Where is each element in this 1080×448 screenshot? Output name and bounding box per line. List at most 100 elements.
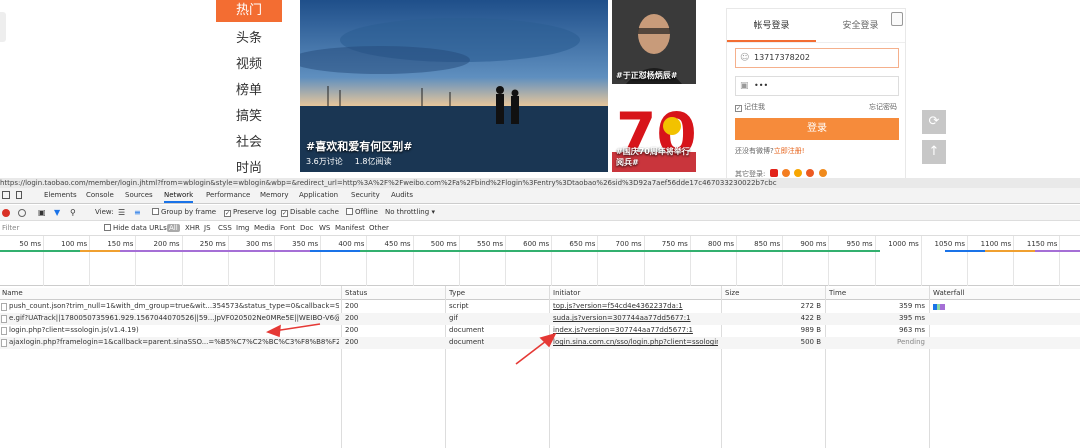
request-name[interactable]: e.gif?UATrack||1780050735961.929.1567044… (9, 314, 339, 322)
group-by-frame-toggle[interactable]: Group by frame (152, 208, 216, 216)
nav-item-hot[interactable]: 热门 (216, 0, 282, 22)
inspect-icon[interactable] (2, 191, 10, 199)
filter-type-css[interactable]: CSS (218, 224, 232, 232)
request-name[interactable]: push_count.json?trim_null=1&with_dm_grou… (9, 302, 339, 310)
filter-type-doc[interactable]: Doc (300, 224, 314, 232)
column-initiator[interactable]: Initiator (553, 289, 580, 297)
forgot-password-link[interactable]: 忘记密码 (869, 102, 897, 112)
filter-type-all[interactable]: All (167, 224, 180, 232)
filter-type-media[interactable]: Media (254, 224, 275, 232)
filter-type-other[interactable]: Other (369, 224, 389, 232)
waterfall-bar (940, 304, 945, 310)
thumb-card-1[interactable]: #于正怼杨炳辰# (612, 0, 696, 84)
remember-me[interactable]: ✓ 记住我 (735, 102, 765, 112)
tab-audits[interactable]: Audits (391, 188, 413, 203)
filter-type-ws[interactable]: WS (319, 224, 330, 232)
request-initiator[interactable]: login.sina.com.cn/sso/login.php?client=s… (553, 338, 718, 346)
table-row[interactable]: ajaxlogin.php?framelogin=1&callback=pare… (0, 337, 1080, 349)
social-login-icon-5[interactable] (818, 169, 827, 177)
thumb-card-2[interactable]: 70 #国庆70周年将举行阅兵# (612, 96, 696, 172)
nav-item-funny[interactable]: 搞笑 (216, 104, 282, 130)
request-name[interactable]: login.php?client=ssologin.js(v1.4.19) (9, 326, 339, 334)
social-login-icon-1[interactable] (769, 169, 778, 177)
preserve-log-label: Preserve log (233, 208, 277, 216)
timeline-tick-label: 650 ms (569, 240, 596, 248)
nav-item-ranking[interactable]: 榜单 (216, 78, 282, 104)
request-status: 200 (345, 302, 359, 310)
login-button[interactable]: 登录 (735, 118, 899, 140)
table-row[interactable]: push_count.json?trim_null=1&with_dm_grou… (0, 301, 1080, 313)
timeline-tick-label: 600 ms (523, 240, 550, 248)
tab-network[interactable]: Network (164, 188, 194, 203)
throttling-select[interactable]: No throttling ▾ (385, 208, 435, 216)
record-icon[interactable] (2, 209, 10, 217)
column-status[interactable]: Status (345, 289, 367, 297)
password-field[interactable]: ▣ ••• (735, 76, 899, 96)
column-waterfall[interactable]: Waterfall (933, 289, 964, 297)
tab-memory[interactable]: Memory (260, 188, 288, 203)
filter-type-img[interactable]: Img (236, 224, 249, 232)
hero-title[interactable]: #喜欢和爱有何区别# (306, 138, 412, 154)
device-toggle-icon[interactable] (16, 191, 22, 199)
filter-icon[interactable]: ▼ (54, 208, 60, 217)
column-type[interactable]: Type (449, 289, 465, 297)
hide-data-urls-checkbox[interactable] (104, 224, 111, 231)
camera-icon[interactable]: ▣ (38, 208, 46, 217)
table-row[interactable]: login.php?client=ssologin.js(v1.4.19) 20… (0, 325, 1080, 337)
left-edge-tab[interactable] (0, 12, 6, 42)
hide-data-urls-toggle[interactable]: Hide data URLs (104, 224, 167, 232)
qr-login-icon[interactable] (891, 12, 903, 26)
disable-cache-checkbox[interactable]: ✓ (281, 210, 288, 217)
arrow-up-icon[interactable]: ↑ (922, 140, 946, 164)
column-time[interactable]: Time (829, 289, 846, 297)
group-by-frame-checkbox[interactable] (152, 208, 159, 215)
filter-input[interactable]: Filter (2, 224, 19, 232)
disable-cache-label: Disable cache (290, 208, 339, 216)
tab-security[interactable]: Security (351, 188, 380, 203)
filter-type-manifest[interactable]: Manifest (335, 224, 365, 232)
nav-item-fashion[interactable]: 时尚 (216, 156, 282, 178)
column-name[interactable]: Name (2, 289, 23, 297)
tab-sources[interactable]: Sources (125, 188, 153, 203)
timeline-tick: 500 ms (431, 236, 460, 286)
hero-banner[interactable]: #喜欢和爱有何区别# 3.6万讨论 1.8亿阅读 (300, 0, 608, 172)
nav-item-video[interactable]: 视频 (216, 52, 282, 78)
column-size[interactable]: Size (725, 289, 739, 297)
social-login-icon-3[interactable] (794, 169, 803, 177)
filter-type-xhr[interactable]: XHR (185, 224, 200, 232)
refresh-icon[interactable]: ⟳ (922, 110, 946, 134)
tab-elements[interactable]: Elements (44, 188, 77, 203)
large-rows-icon[interactable]: ☰ (118, 208, 125, 217)
disable-cache-toggle[interactable]: ✓ Disable cache (281, 208, 339, 217)
request-initiator[interactable]: index.js?version=307744aa77dd5677:1 (553, 326, 718, 334)
overview-icon[interactable]: ≡ (134, 208, 141, 217)
table-row[interactable]: e.gif?UATrack||1780050735961.929.1567044… (0, 313, 1080, 325)
thumb-caption-2[interactable]: #国庆70周年将举行阅兵# (616, 146, 696, 168)
tab-account-login[interactable]: 帐号登录 (727, 9, 816, 42)
social-login-icon-2[interactable] (781, 169, 790, 177)
thumb-caption-1[interactable]: #于正怼杨炳辰# (616, 70, 677, 81)
request-initiator[interactable]: top.js?version=f54cd4e4362237da:1 (553, 302, 718, 310)
remember-checkbox[interactable]: ✓ (735, 105, 742, 112)
offline-toggle[interactable]: Offline (346, 208, 378, 216)
network-toolbar: ▣ ▼ ⚲ View: ☰ ≡ Group by frame ✓ Preserve… (0, 205, 1080, 221)
tab-application[interactable]: Application (299, 188, 338, 203)
username-field[interactable]: ☺ 13717378202 (735, 48, 899, 68)
preserve-log-toggle[interactable]: ✓ Preserve log (224, 208, 276, 217)
preserve-log-checkbox[interactable]: ✓ (224, 210, 231, 217)
register-link[interactable]: 立即注册! (774, 147, 805, 155)
tab-console[interactable]: Console (86, 188, 114, 203)
request-name[interactable]: ajaxlogin.php?framelogin=1&callback=pare… (9, 338, 339, 346)
tab-performance[interactable]: Performance (206, 188, 250, 203)
nav-item-society[interactable]: 社会 (216, 130, 282, 156)
filter-type-js[interactable]: JS (204, 224, 211, 232)
filter-type-font[interactable]: Font (280, 224, 295, 232)
offline-checkbox[interactable] (346, 208, 353, 215)
search-icon[interactable]: ⚲ (70, 208, 76, 217)
social-login-icon-4[interactable] (806, 169, 815, 177)
clear-icon[interactable] (18, 209, 26, 217)
network-overview-timeline[interactable]: 50 ms 100 ms 150 ms 200 ms 250 ms 300 ms 350 m… (0, 236, 1080, 286)
request-initiator[interactable]: suda.js?version=307744aa77dd5677:1 (553, 314, 718, 322)
request-size: 272 B (800, 302, 821, 310)
nav-item-headline[interactable]: 头条 (216, 26, 282, 52)
